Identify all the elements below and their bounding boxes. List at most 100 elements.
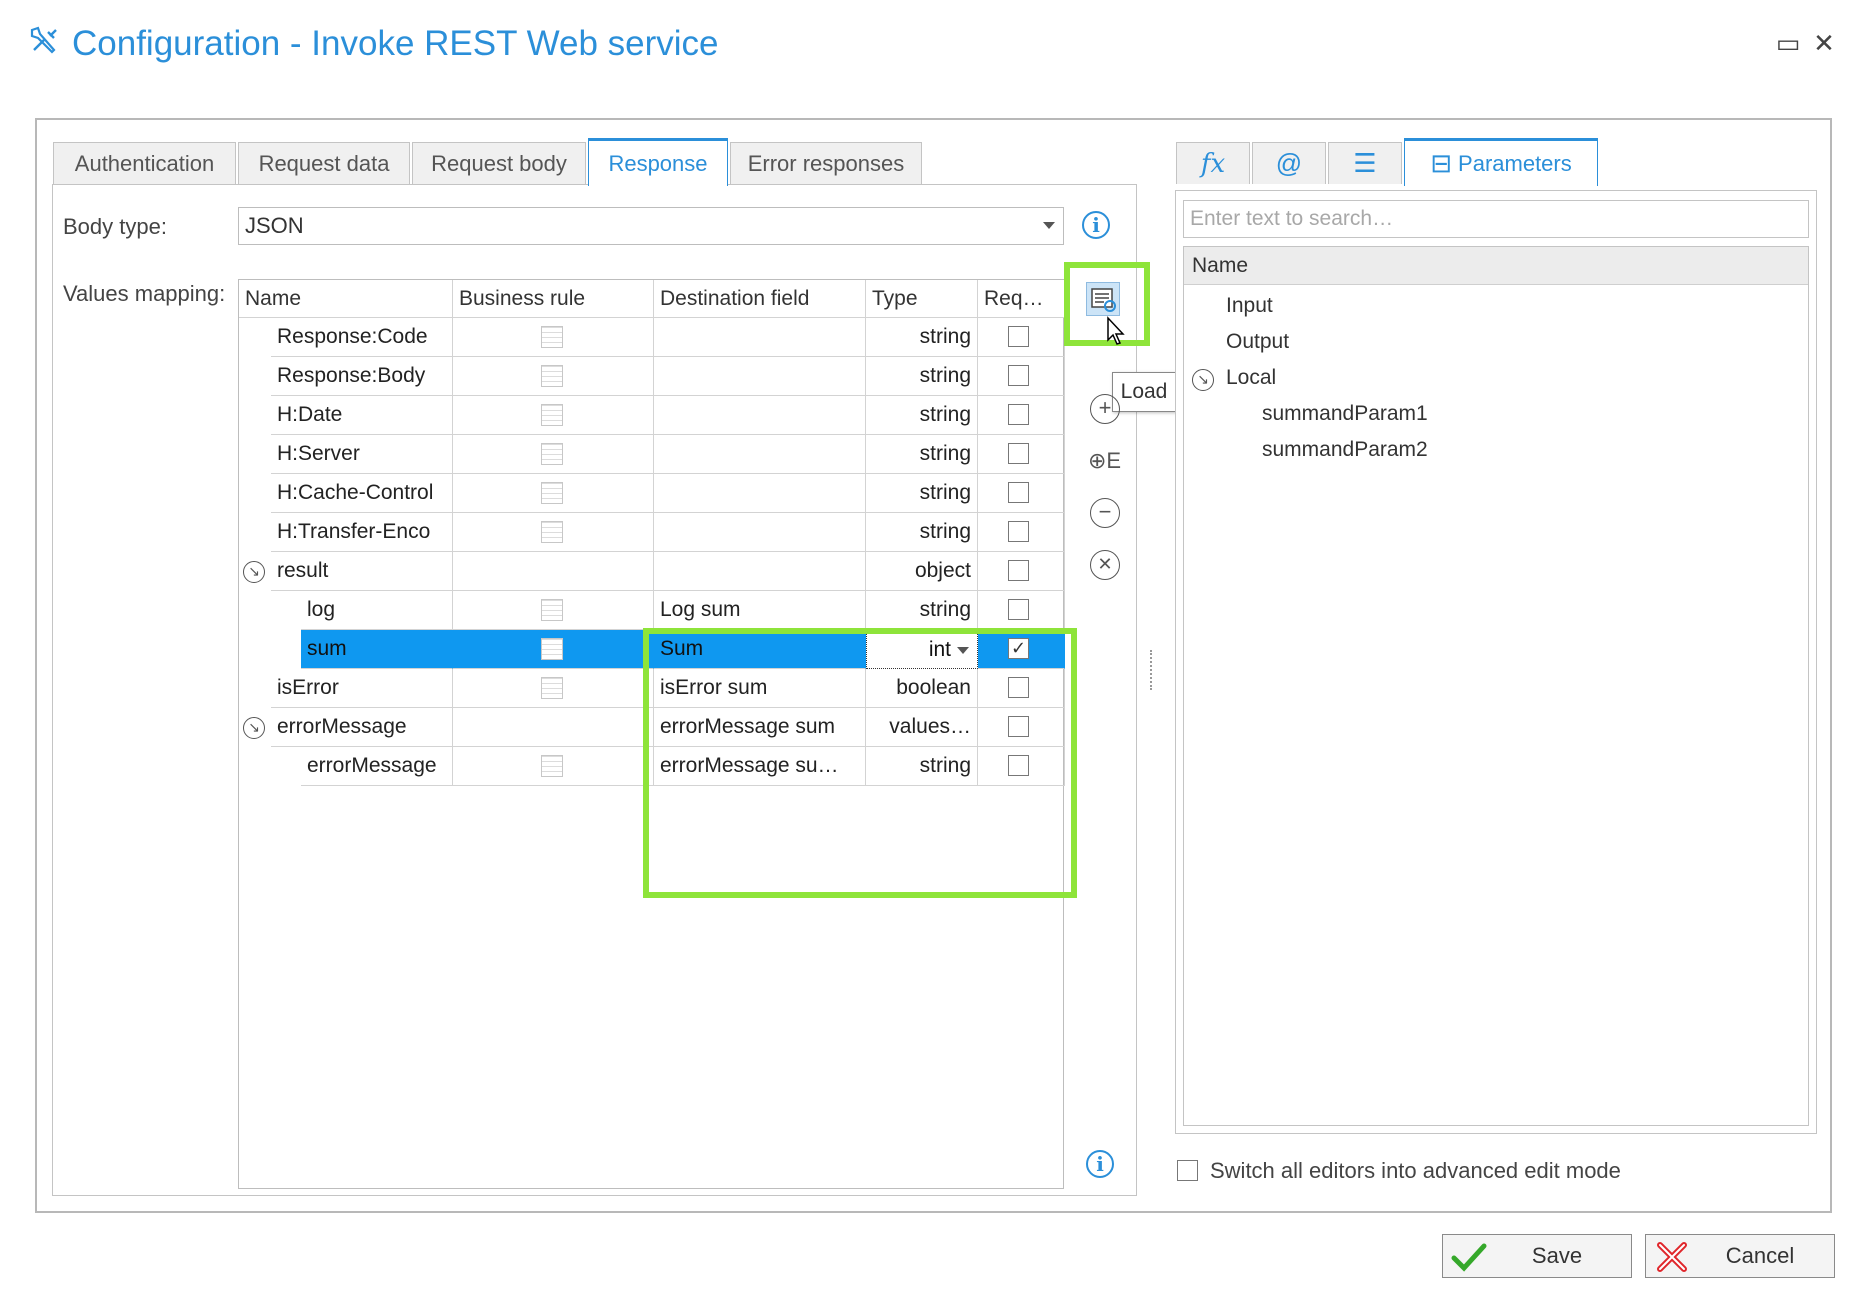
cell-destination-field[interactable]: [654, 513, 866, 552]
cell-destination-field[interactable]: [654, 435, 866, 474]
cell-business-rule[interactable]: [453, 318, 654, 357]
cell-name[interactable]: errorMessage: [301, 747, 453, 786]
column-header-type[interactable]: Type: [866, 280, 978, 318]
remove-row-icon[interactable]: −: [1090, 498, 1120, 528]
column-header-destination-field[interactable]: Destination field: [654, 280, 866, 318]
cell-destination-field[interactable]: [654, 396, 866, 435]
cell-name[interactable]: H:Server: [271, 435, 453, 474]
cell-business-rule[interactable]: [453, 669, 654, 708]
business-rule-icon[interactable]: [541, 521, 563, 543]
cell-type[interactable]: string: [866, 435, 978, 474]
business-rule-icon[interactable]: [541, 482, 563, 504]
cell-business-rule[interactable]: [453, 357, 654, 396]
cell-type[interactable]: string: [866, 513, 978, 552]
info-icon-bottom[interactable]: i: [1086, 1150, 1114, 1178]
cell-destination-field[interactable]: [654, 474, 866, 513]
search-input[interactable]: Enter text to search…: [1183, 200, 1809, 238]
table-row[interactable]: Response:Body string: [239, 357, 1065, 396]
cell-name[interactable]: H:Date: [271, 396, 453, 435]
expand-collapse-icon[interactable]: ↘: [243, 717, 265, 739]
cell-destination-field[interactable]: [654, 357, 866, 396]
panel-splitter[interactable]: [1150, 650, 1154, 690]
add-row-icon[interactable]: +: [1090, 394, 1120, 424]
tree-item[interactable]: summandParam1: [1262, 402, 1428, 426]
table-row[interactable]: H:Date string: [239, 396, 1065, 435]
cell-type[interactable]: string: [866, 318, 978, 357]
required-checkbox[interactable]: [1008, 521, 1029, 542]
cell-name[interactable]: sum: [301, 630, 453, 669]
cell-type[interactable]: string: [866, 396, 978, 435]
info-icon[interactable]: i: [1082, 211, 1110, 239]
table-row[interactable]: result ↘ object: [239, 552, 1065, 591]
column-header-business-rule[interactable]: Business rule: [453, 280, 654, 318]
required-checkbox[interactable]: [1008, 560, 1029, 581]
expand-collapse-icon[interactable]: ↘: [1192, 369, 1214, 391]
table-row[interactable]: Response:Code string: [239, 318, 1065, 357]
cell-business-rule[interactable]: [453, 474, 654, 513]
required-checkbox[interactable]: [1008, 326, 1029, 347]
required-checkbox[interactable]: [1008, 482, 1029, 503]
tab-parameters[interactable]: ⊟ Parameters: [1404, 138, 1598, 186]
cell-business-rule[interactable]: [453, 552, 654, 591]
cell-name[interactable]: isError: [271, 669, 453, 708]
tab-request-body[interactable]: Request body: [412, 142, 586, 184]
tree-header[interactable]: Name: [1184, 247, 1808, 285]
tab-authentication[interactable]: Authentication: [53, 142, 236, 184]
tree-item[interactable]: summandParam2: [1262, 438, 1428, 462]
tab-list[interactable]: ☰: [1328, 142, 1402, 184]
save-button[interactable]: Save: [1442, 1234, 1632, 1278]
cancel-button[interactable]: Cancel: [1645, 1234, 1835, 1278]
required-checkbox[interactable]: [1008, 404, 1029, 425]
advanced-mode-checkbox[interactable]: [1177, 1160, 1198, 1181]
remove-all-icon[interactable]: ✕: [1090, 550, 1120, 580]
cell-type[interactable]: string: [866, 474, 978, 513]
cell-type[interactable]: string: [866, 357, 978, 396]
tree-item[interactable]: Output: [1226, 330, 1289, 354]
cell-business-rule[interactable]: [453, 396, 654, 435]
business-rule-icon[interactable]: [541, 677, 563, 699]
cell-business-rule[interactable]: [453, 513, 654, 552]
cell-business-rule[interactable]: [453, 630, 654, 669]
cell-business-rule[interactable]: [453, 591, 654, 630]
required-checkbox[interactable]: [1008, 443, 1029, 464]
cell-destination-field[interactable]: Log sum: [654, 591, 866, 630]
maximize-icon[interactable]: ▭: [1772, 26, 1804, 60]
cell-name[interactable]: errorMessage: [271, 708, 453, 747]
cell-name[interactable]: log: [301, 591, 453, 630]
business-rule-icon[interactable]: [541, 599, 563, 621]
cell-type[interactable]: object: [866, 552, 978, 591]
tree-item[interactable]: Input: [1226, 294, 1273, 318]
business-rule-icon[interactable]: [541, 404, 563, 426]
cell-destination-field[interactable]: [654, 552, 866, 591]
cell-name[interactable]: result: [271, 552, 453, 591]
cell-business-rule[interactable]: [453, 708, 654, 747]
cell-business-rule[interactable]: [453, 747, 654, 786]
table-row[interactable]: H:Transfer-Enco string: [239, 513, 1065, 552]
cell-business-rule[interactable]: [453, 435, 654, 474]
cell-name[interactable]: Response:Body: [271, 357, 453, 396]
required-checkbox[interactable]: [1008, 599, 1029, 620]
tree-item[interactable]: Local: [1226, 366, 1276, 390]
close-icon[interactable]: ✕: [1808, 26, 1840, 60]
cell-type[interactable]: string: [866, 591, 978, 630]
tab-request-data[interactable]: Request data: [238, 142, 410, 184]
tab-error-responses[interactable]: Error responses: [730, 142, 922, 184]
column-header-name[interactable]: Name: [239, 280, 453, 318]
business-rule-icon[interactable]: [541, 326, 563, 348]
required-checkbox[interactable]: [1008, 365, 1029, 386]
body-type-select[interactable]: JSON: [238, 207, 1064, 245]
cell-destination-field[interactable]: [654, 318, 866, 357]
tab-system-fields[interactable]: @: [1252, 142, 1326, 184]
cell-name[interactable]: H:Transfer-Enco: [271, 513, 453, 552]
business-rule-icon[interactable]: [541, 755, 563, 777]
add-element-icon[interactable]: ⊕E: [1088, 448, 1124, 476]
tab-response[interactable]: Response: [588, 138, 728, 186]
business-rule-icon[interactable]: [541, 638, 563, 660]
tab-functions[interactable]: 𝑓x: [1176, 142, 1250, 184]
cell-name[interactable]: Response:Code: [271, 318, 453, 357]
column-header-required[interactable]: Req…: [978, 280, 1065, 318]
business-rule-icon[interactable]: [541, 443, 563, 465]
business-rule-icon[interactable]: [541, 365, 563, 387]
table-row[interactable]: H:Cache-Control string: [239, 474, 1065, 513]
expand-collapse-icon[interactable]: ↘: [243, 561, 265, 583]
